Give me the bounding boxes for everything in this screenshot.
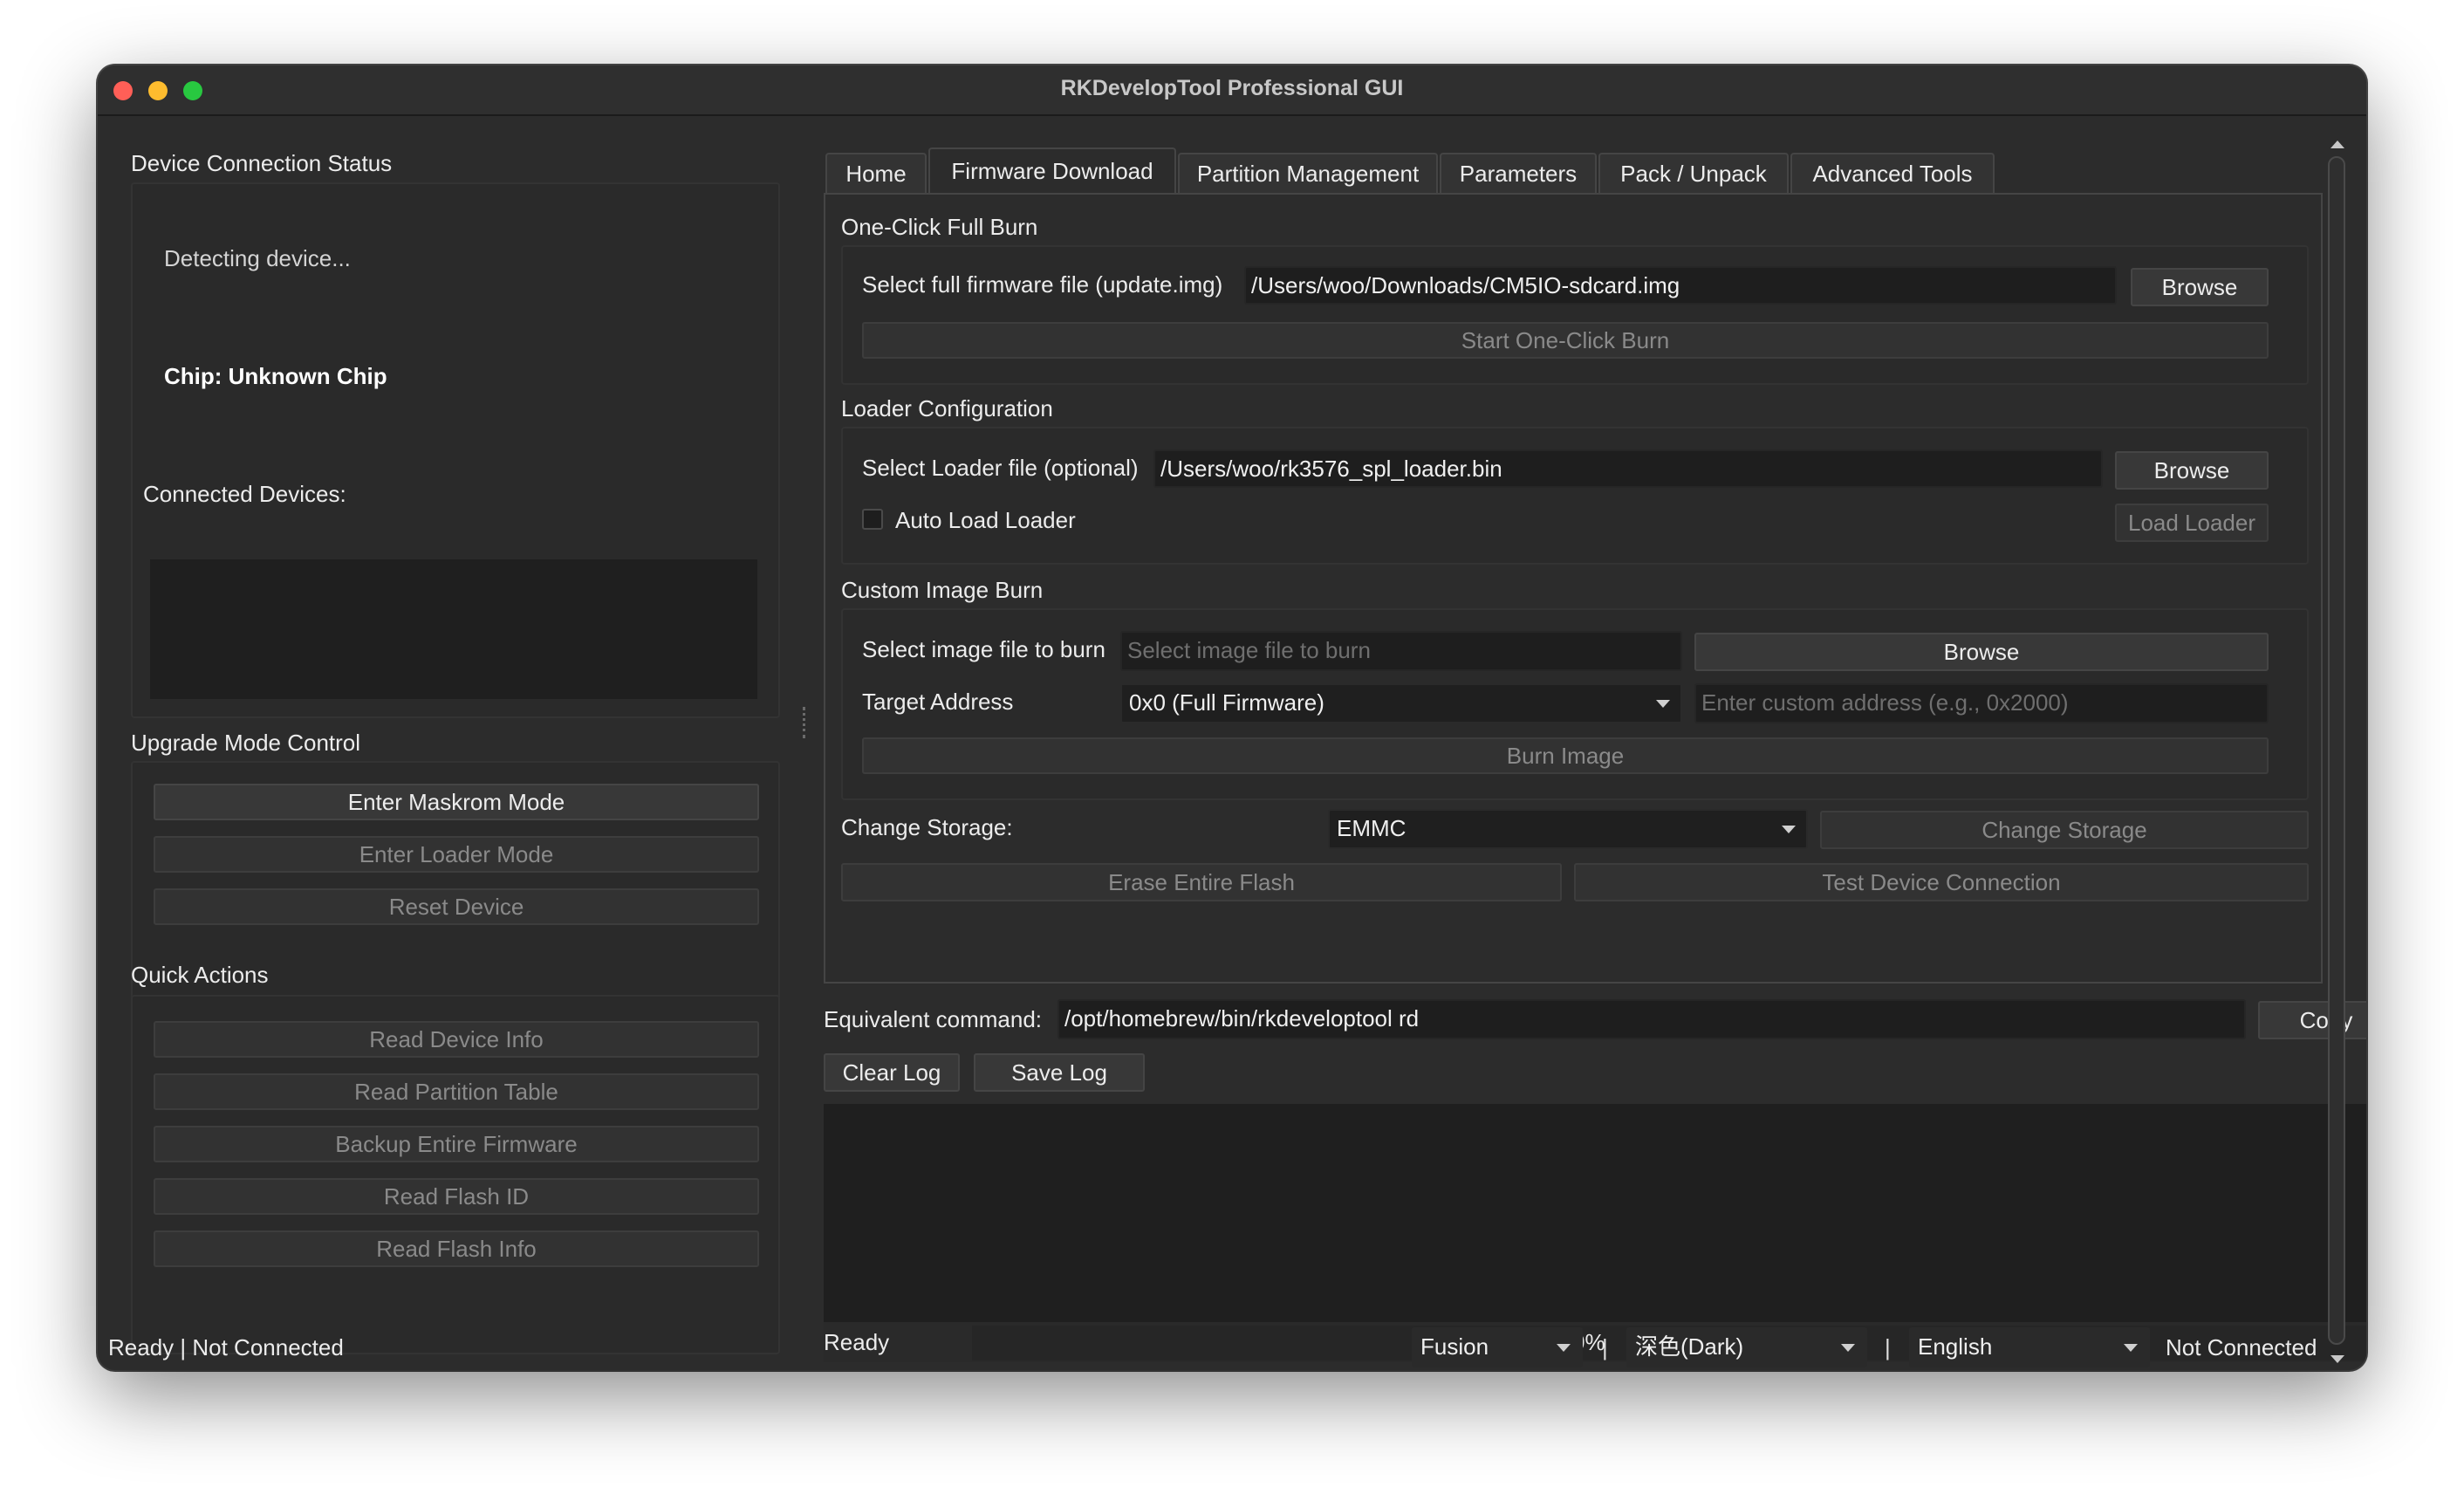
tab-home[interactable]: Home <box>825 153 927 193</box>
storage-select[interactable]: EMMC <box>1328 809 1808 849</box>
start-one-click-burn-button[interactable]: Start One-Click Burn <box>862 322 2269 359</box>
tab-parameters[interactable]: Parameters <box>1440 153 1597 193</box>
chevron-down-icon <box>1782 826 1796 833</box>
enter-maskrom-mode-button[interactable]: Enter Maskrom Mode <box>154 784 759 820</box>
storage-value: EMMC <box>1337 815 1407 841</box>
quick-actions-title: Quick Actions <box>131 962 269 988</box>
erase-entire-flash-button[interactable]: Erase Entire Flash <box>841 863 1562 901</box>
enter-loader-mode-button[interactable]: Enter Loader Mode <box>154 836 759 873</box>
upgrade-mode-title: Upgrade Mode Control <box>131 730 361 756</box>
full-firmware-label: Select full firmware file (update.img) <box>862 271 1223 298</box>
custom-address-field[interactable]: Enter custom address (e.g., 0x2000) <box>1694 683 2269 723</box>
read-partition-table-button[interactable]: Read Partition Table <box>154 1073 759 1110</box>
statusbar-separator: | <box>1885 1334 1891 1360</box>
scroll-down-icon[interactable] <box>2331 1355 2344 1363</box>
device-status-panel: Detecting device... Chip: Unknown Chip C… <box>131 182 780 718</box>
change-storage-label: Change Storage: <box>841 814 1013 840</box>
detecting-device-text: Detecting device... <box>164 245 351 271</box>
statusbar-right-text: Not Connected <box>2166 1334 2317 1360</box>
auto-load-loader-label: Auto Load Loader <box>895 507 1076 533</box>
app-window: RKDevelopTool Professional GUI Device Co… <box>98 65 2366 1370</box>
equivalent-command-field[interactable]: /opt/homebrew/bin/rkdeveloptool rd <box>1057 999 2246 1039</box>
read-flash-id-button[interactable]: Read Flash ID <box>154 1178 759 1215</box>
equivalent-command-label: Equivalent command: <box>824 1006 1043 1032</box>
change-storage-button[interactable]: Change Storage <box>1820 811 2309 849</box>
device-status-title: Device Connection Status <box>131 150 393 176</box>
clear-log-button[interactable]: Clear Log <box>824 1053 960 1092</box>
loader-path-field[interactable]: /Users/woo/rk3576_spl_loader.bin <box>1153 449 2103 488</box>
statusbar-left-text: Ready | Not Connected <box>108 1334 344 1360</box>
quick-actions-panel: Read Device Info Read Partition Table Ba… <box>131 995 780 1354</box>
connected-devices-label: Connected Devices: <box>143 481 346 507</box>
log-status-text: Ready <box>824 1329 890 1355</box>
loader-config-title: Loader Configuration <box>841 395 1053 422</box>
test-device-connection-button[interactable]: Test Device Connection <box>1574 863 2309 901</box>
scrollbar-thumb[interactable] <box>2328 156 2345 1345</box>
title-bar: RKDevelopTool Professional GUI <box>98 65 2366 116</box>
chevron-down-icon <box>1841 1344 1855 1352</box>
loader-file-label: Select Loader file (optional) <box>862 455 1139 481</box>
image-browse-button[interactable]: Browse <box>1694 633 2269 671</box>
full-firmware-browse-button[interactable]: Browse <box>2131 268 2269 306</box>
loader-config-group: Select Loader file (optional) /Users/woo… <box>841 427 2309 565</box>
statusbar-separator: | <box>1602 1334 1608 1360</box>
custom-image-title: Custom Image Burn <box>841 577 1044 603</box>
firmware-download-tab-content: One-Click Full Burn Select full firmware… <box>824 193 2323 984</box>
target-address-label: Target Address <box>862 689 1014 715</box>
custom-image-group: Select image file to burn Select image f… <box>841 608 2309 800</box>
tab-partition-management[interactable]: Partition Management <box>1178 153 1438 193</box>
load-loader-button[interactable]: Load Loader <box>2115 504 2269 542</box>
full-burn-group: Select full firmware file (update.img) /… <box>841 245 2309 385</box>
backup-entire-firmware-button[interactable]: Backup Entire Firmware <box>154 1126 759 1162</box>
target-address-value: 0x0 (Full Firmware) <box>1129 689 1324 716</box>
language-select[interactable]: English <box>1909 1327 2150 1367</box>
tab-advanced-tools[interactable]: Advanced Tools <box>1790 153 1995 193</box>
loader-browse-button[interactable]: Browse <box>2115 451 2269 490</box>
full-burn-title: One-Click Full Burn <box>841 214 1038 240</box>
chevron-down-icon <box>1557 1344 1571 1352</box>
theme-select[interactable]: 深色(Dark) <box>1626 1327 1867 1367</box>
language-value: English <box>1918 1333 1993 1360</box>
save-log-button[interactable]: Save Log <box>974 1053 1145 1092</box>
style-select[interactable]: Fusion <box>1412 1327 1583 1367</box>
tab-pack-unpack[interactable]: Pack / Unpack <box>1598 153 1789 193</box>
scroll-up-icon[interactable] <box>2331 141 2344 148</box>
full-firmware-path-field[interactable]: /Users/woo/Downloads/CM5IO-sdcard.img <box>1244 266 2117 305</box>
image-file-field[interactable]: Select image file to burn <box>1120 631 1682 671</box>
theme-value: 深色(Dark) <box>1635 1333 1744 1360</box>
burn-image-button[interactable]: Burn Image <box>862 737 2269 774</box>
splitter-handle[interactable] <box>803 707 806 738</box>
reset-device-button[interactable]: Reset Device <box>154 888 759 925</box>
tab-firmware-download[interactable]: Firmware Download <box>928 147 1176 195</box>
connected-devices-list[interactable] <box>150 559 757 699</box>
chip-info-text: Chip: Unknown Chip <box>164 363 387 389</box>
style-value: Fusion <box>1420 1333 1489 1360</box>
target-address-select[interactable]: 0x0 (Full Firmware) <box>1120 683 1682 723</box>
select-image-label: Select image file to burn <box>862 636 1105 662</box>
read-flash-info-button[interactable]: Read Flash Info <box>154 1230 759 1267</box>
read-device-info-button[interactable]: Read Device Info <box>154 1021 759 1058</box>
main-scrollbar[interactable] <box>2324 134 2351 1370</box>
auto-load-loader-checkbox[interactable] <box>862 509 883 530</box>
window-title: RKDevelopTool Professional GUI <box>1060 76 1404 100</box>
chevron-down-icon <box>2124 1344 2138 1352</box>
chevron-down-icon <box>1656 700 1670 708</box>
